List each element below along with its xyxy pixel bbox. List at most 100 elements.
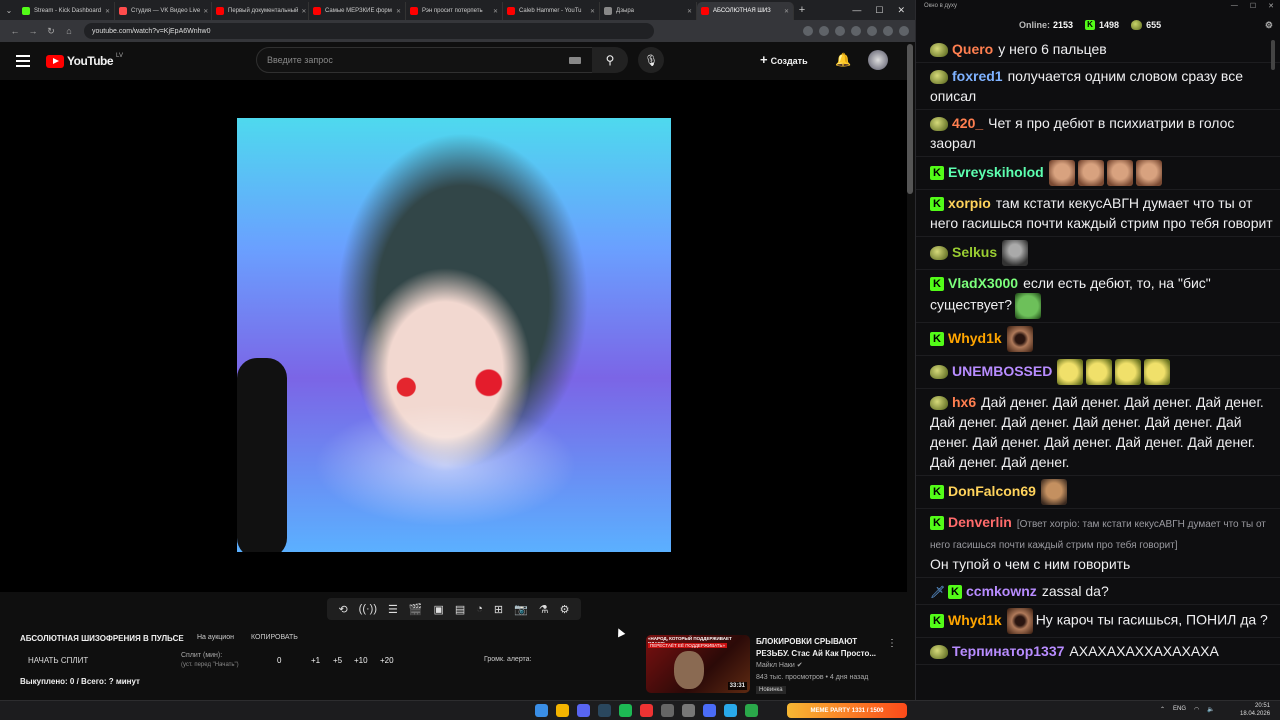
browser-tab[interactable]: Рэн просит потерпеть ✕ [406, 2, 503, 20]
chat-username[interactable]: ccmkownz [966, 583, 1037, 599]
search-icon[interactable]: ⚲ [592, 47, 628, 73]
settings-gear-icon[interactable]: ⚙ [1265, 20, 1273, 31]
clapper-icon[interactable]: 🎬 [409, 603, 423, 616]
chat-username[interactable]: Quero [952, 41, 993, 57]
add-5-button[interactable]: +5 [333, 656, 342, 665]
loop-icon[interactable]: ⟲ [338, 603, 347, 616]
screenshot-icon[interactable]: 📷 [514, 603, 528, 616]
app-icon[interactable] [703, 704, 716, 717]
volume-icon[interactable]: 🔈 [1207, 706, 1214, 713]
minimize-icon[interactable]: — [1231, 2, 1238, 10]
browser-tab[interactable]: Первый документальный ✕ [212, 2, 309, 20]
steam-icon[interactable] [598, 704, 611, 717]
extension-icon[interactable] [803, 26, 813, 36]
tab-close-icon[interactable]: ✕ [781, 8, 789, 15]
browser-tab[interactable]: Дзыра ✕ [600, 2, 697, 20]
search-input[interactable]: Введите запрос [256, 47, 596, 73]
app-icon[interactable] [682, 704, 695, 717]
browser-tab[interactable]: Stream - Kick Dashboard ✕ [18, 2, 115, 20]
menu-icon[interactable] [899, 26, 909, 36]
spotify-icon[interactable] [619, 704, 632, 717]
browser-tab[interactable]: Студия — VK Видео Live ✕ [115, 2, 212, 20]
chrome-icon[interactable] [556, 704, 569, 717]
tab-close-icon[interactable]: ✕ [102, 8, 110, 15]
add-20-button[interactable]: +20 [380, 656, 394, 665]
telegram-icon[interactable] [724, 704, 737, 717]
notifications-bell-icon[interactable]: 🔔 [835, 52, 851, 68]
picture-in-picture-icon[interactable]: ▣ [433, 603, 443, 616]
tab-search-icon[interactable]: ⌄ [0, 0, 18, 20]
avatar[interactable] [868, 50, 888, 70]
app-icon[interactable] [745, 704, 758, 717]
tab-close-icon[interactable]: ✕ [684, 8, 692, 15]
auction-button[interactable]: На аукцион [197, 634, 234, 641]
tab-close-icon[interactable]: ✕ [298, 8, 306, 15]
url-field[interactable]: youtube.com/watch?v=KjEpA6Wnhw0 [84, 23, 654, 39]
chat-username[interactable]: foxred1 [952, 68, 1003, 84]
chat-username[interactable]: Denverlin [948, 514, 1012, 530]
chat-username[interactable]: hx6 [952, 394, 976, 410]
chat-username[interactable]: xorpio [948, 195, 991, 211]
tab-close-icon[interactable]: ✕ [490, 8, 498, 15]
broadcast-icon[interactable]: ((·)) [359, 603, 377, 615]
meme-party-widget[interactable]: MEME PARTY 1331 / 1500 [787, 703, 907, 718]
playlist-icon[interactable]: ☰ [388, 603, 398, 616]
extension-icon[interactable] [851, 26, 861, 36]
reload-icon[interactable]: ↻ [42, 26, 60, 37]
add-1-button[interactable]: +1 [311, 656, 320, 665]
browser-tab[interactable]: АБСОЛЮТНАЯ ШИЗ ✕ [697, 2, 794, 20]
forward-icon[interactable]: → [24, 26, 42, 36]
app-icon[interactable] [661, 704, 674, 717]
video-player[interactable] [0, 80, 907, 592]
chat-username[interactable]: Терпинатор1337 [952, 643, 1064, 659]
tray-chevron-icon[interactable]: ⌃ [1160, 706, 1165, 713]
add-10-button[interactable]: +10 [354, 656, 368, 665]
tab-close-icon[interactable]: ✕ [200, 8, 208, 15]
home-icon[interactable]: ⌂ [60, 26, 78, 36]
flask-icon[interactable]: ⚗ [539, 603, 549, 616]
close-icon[interactable]: ✕ [897, 5, 905, 16]
microphone-icon[interactable]: 🎙 [638, 47, 664, 73]
copy-button[interactable]: КОПИРОВАТЬ [251, 634, 298, 641]
menu-icon[interactable] [16, 52, 30, 70]
download-icon[interactable] [867, 26, 877, 36]
back-icon[interactable]: ← [6, 26, 24, 36]
maximize-icon[interactable]: ☐ [875, 5, 883, 16]
start-split-button[interactable]: НАЧАТЬ СПЛИТ [28, 656, 88, 665]
wifi-icon[interactable]: ◠ [1194, 706, 1199, 713]
settings-gear-icon[interactable]: ⚙ [560, 603, 570, 616]
language-indicator[interactable]: ENG [1173, 706, 1186, 713]
youtube-logo[interactable]: YouTube LV [46, 53, 123, 68]
chat-username[interactable]: Selkus [952, 244, 997, 260]
chat-username[interactable]: Whyd1k [948, 612, 1002, 628]
create-button[interactable]: + Создать [760, 52, 808, 67]
more-options-icon[interactable]: ⋮ [887, 638, 897, 649]
clock[interactable]: 20:51 18.04.2026 [1240, 702, 1270, 718]
cinema-icon[interactable]: ▤ [455, 603, 465, 616]
keyboard-icon[interactable] [569, 57, 581, 64]
speed-icon[interactable]: ◔ [476, 603, 483, 615]
minimize-icon[interactable]: — [852, 5, 861, 16]
recommended-channel[interactable]: Майкл Наки ✔ [756, 661, 803, 669]
browser-tab[interactable]: Самые МЕРЗКИЕ форм ✕ [309, 2, 406, 20]
windows-start-icon[interactable] [535, 704, 548, 717]
chat-username[interactable]: Whyd1k [948, 330, 1002, 346]
chat-scrollbar[interactable] [1271, 40, 1275, 70]
chat-username[interactable]: VladX3000 [948, 275, 1018, 291]
tab-close-icon[interactable]: ✕ [393, 8, 401, 15]
close-icon[interactable]: ✕ [1268, 2, 1274, 10]
chat-username[interactable]: Evreyskiholod [948, 164, 1044, 180]
maximize-icon[interactable]: ☐ [1250, 2, 1256, 10]
tab-close-icon[interactable]: ✕ [587, 8, 595, 15]
extension-icon[interactable] [835, 26, 845, 36]
new-tab-button[interactable]: + [794, 4, 810, 16]
app-icon[interactable] [640, 704, 653, 717]
chat-username[interactable]: 420_ [952, 115, 983, 131]
page-scrollbar[interactable] [907, 44, 913, 194]
extension-icon[interactable] [819, 26, 829, 36]
chat-username[interactable]: DonFalcon69 [948, 483, 1036, 499]
recommended-title[interactable]: БЛОКИРОВКИ СРЫВАЮТ РЕЗЬБУ. Стас Ай Как П… [756, 636, 886, 660]
chat-username[interactable]: UNEMBOSSED [952, 363, 1052, 379]
discord-icon[interactable] [577, 704, 590, 717]
recommended-thumbnail[interactable]: «НАРОД, КОТОРЫЙ ПОДДЕРЖИВАЕТ ВЛАСТЬ ПЕРЕ… [646, 635, 750, 693]
